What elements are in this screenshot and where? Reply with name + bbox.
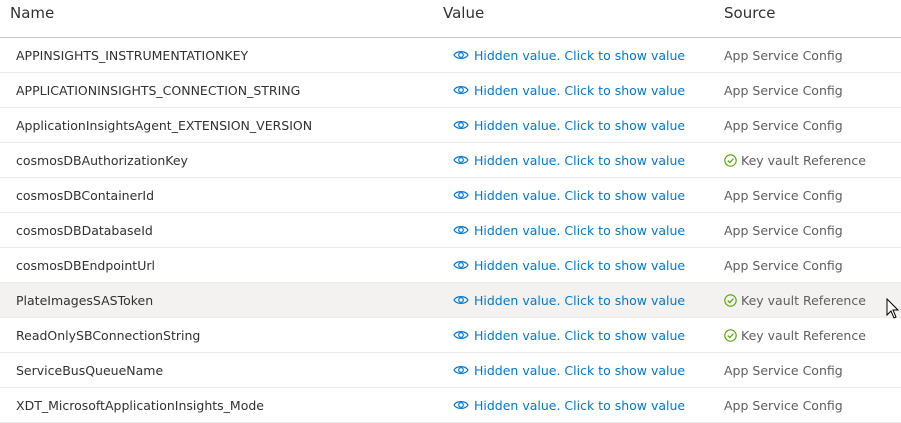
show-value-link[interactable]: Hidden value. Click to show value (453, 213, 685, 247)
table-row[interactable]: APPLICATIONINSIGHTS_CONNECTION_STRING Hid… (0, 73, 901, 108)
eye-icon (453, 329, 469, 341)
setting-name: ApplicationInsightsAgent_EXTENSION_VERSI… (16, 117, 313, 133)
table-row[interactable]: APPINSIGHTS_INSTRUMENTATIONKEY Hidden val… (0, 38, 901, 73)
setting-name: APPINSIGHTS_INSTRUMENTATIONKEY (16, 47, 249, 63)
setting-name: ServiceBusQueueName (16, 362, 164, 378)
setting-source: Key vault Reference (724, 143, 866, 177)
setting-source: App Service Config (724, 213, 843, 247)
show-value-text: Hidden value. Click to show value (474, 362, 686, 378)
show-value-text: Hidden value. Click to show value (474, 327, 686, 343)
show-value-text: Hidden value. Click to show value (474, 397, 686, 413)
setting-name: PlateImagesSASToken (16, 292, 154, 308)
setting-name: cosmosDBDatabaseId (16, 222, 153, 238)
grid-header: Name Value Source (0, 0, 901, 38)
eye-icon (453, 189, 469, 201)
source-text: App Service Config (724, 47, 843, 63)
check-circle-icon (724, 153, 737, 167)
setting-source: App Service Config (724, 178, 843, 212)
setting-source: App Service Config (724, 73, 843, 107)
table-row[interactable]: cosmosDBContainerId Hidden value. Click t… (0, 178, 901, 213)
show-value-text: Hidden value. Click to show value (474, 152, 686, 168)
setting-name: APPLICATIONINSIGHTS_CONNECTION_STRING (16, 82, 301, 98)
show-value-link[interactable]: Hidden value. Click to show value (453, 388, 685, 422)
setting-source: Key vault Reference (724, 283, 866, 317)
show-value-link[interactable]: Hidden value. Click to show value (453, 143, 685, 177)
show-value-link[interactable]: Hidden value. Click to show value (453, 283, 685, 317)
column-header-value[interactable]: Value (443, 4, 484, 22)
setting-source: App Service Config (724, 353, 843, 387)
eye-icon (453, 399, 469, 411)
show-value-text: Hidden value. Click to show value (474, 187, 686, 203)
eye-icon (453, 259, 469, 271)
grid-body: APPINSIGHTS_INSTRUMENTATIONKEY Hidden val… (0, 38, 901, 423)
source-text: App Service Config (724, 397, 843, 413)
setting-source: App Service Config (724, 108, 843, 142)
show-value-link[interactable]: Hidden value. Click to show value (453, 248, 685, 282)
table-row[interactable]: cosmosDBEndpointUrl Hidden value. Click t… (0, 248, 901, 283)
column-header-name[interactable]: Name (10, 4, 54, 22)
setting-source: App Service Config (724, 248, 843, 282)
app-settings-grid: Name Value Source APPINSIGHTS_INSTRUMENT… (0, 0, 901, 423)
show-value-text: Hidden value. Click to show value (474, 222, 686, 238)
check-circle-icon (724, 328, 737, 342)
column-header-source[interactable]: Source (724, 4, 776, 22)
eye-icon (453, 224, 469, 236)
check-circle-icon (724, 293, 737, 307)
source-text: Key vault Reference (741, 327, 866, 343)
setting-name: ReadOnlySBConnectionString (16, 327, 201, 343)
show-value-text: Hidden value. Click to show value (474, 292, 686, 308)
show-value-link[interactable]: Hidden value. Click to show value (453, 353, 685, 387)
show-value-link[interactable]: Hidden value. Click to show value (453, 108, 685, 142)
source-text: App Service Config (724, 82, 843, 98)
eye-icon (453, 154, 469, 166)
eye-icon (453, 49, 469, 61)
table-row[interactable]: ReadOnlySBConnectionString Hidden value. … (0, 318, 901, 353)
setting-name: XDT_MicrosoftApplicationInsights_Mode (16, 397, 264, 413)
eye-icon (453, 119, 469, 131)
table-row[interactable]: PlateImagesSASToken Hidden value. Click t… (0, 283, 901, 318)
show-value-text: Hidden value. Click to show value (474, 82, 686, 98)
source-text: Key vault Reference (741, 292, 866, 308)
table-row[interactable]: cosmosDBDatabaseId Hidden value. Click to… (0, 213, 901, 248)
source-text: App Service Config (724, 222, 843, 238)
table-row[interactable]: XDT_MicrosoftApplicationInsights_Mode Hid… (0, 388, 901, 423)
setting-source: Key vault Reference (724, 318, 866, 352)
source-text: App Service Config (724, 362, 843, 378)
show-value-text: Hidden value. Click to show value (474, 257, 686, 273)
show-value-link[interactable]: Hidden value. Click to show value (453, 73, 685, 107)
table-row[interactable]: ApplicationInsightsAgent_EXTENSION_VERSI… (0, 108, 901, 143)
setting-source: App Service Config (724, 38, 843, 72)
setting-source: App Service Config (724, 388, 843, 422)
show-value-text: Hidden value. Click to show value (474, 47, 686, 63)
source-text: Key vault Reference (741, 152, 866, 168)
setting-name: cosmosDBAuthorizationKey (16, 152, 188, 168)
setting-name: cosmosDBContainerId (16, 187, 155, 203)
setting-name: cosmosDBEndpointUrl (16, 257, 155, 273)
mouse-cursor-icon (886, 298, 900, 319)
table-row[interactable]: cosmosDBAuthorizationKey Hidden value. Cl… (0, 143, 901, 178)
eye-icon (453, 364, 469, 376)
show-value-link[interactable]: Hidden value. Click to show value (453, 318, 685, 352)
source-text: App Service Config (724, 117, 843, 133)
show-value-text: Hidden value. Click to show value (474, 117, 686, 133)
eye-icon (453, 84, 469, 96)
show-value-link[interactable]: Hidden value. Click to show value (453, 38, 685, 72)
source-text: App Service Config (724, 257, 843, 273)
source-text: App Service Config (724, 187, 843, 203)
eye-icon (453, 294, 469, 306)
show-value-link[interactable]: Hidden value. Click to show value (453, 178, 685, 212)
table-row[interactable]: ServiceBusQueueName Hidden value. Click t… (0, 353, 901, 388)
